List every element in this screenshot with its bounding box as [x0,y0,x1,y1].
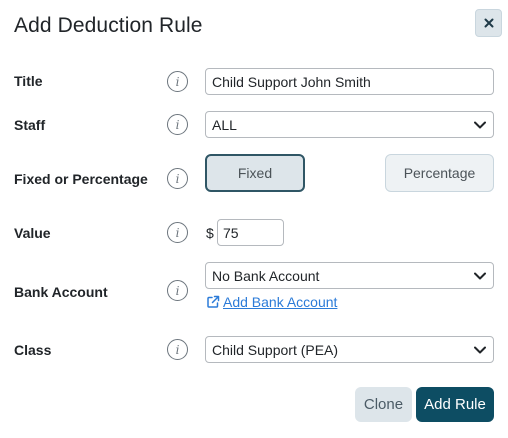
staff-select[interactable]: ALL [205,111,494,138]
chevron-down-icon [473,118,487,132]
staff-select-value: ALL [212,116,237,133]
percentage-toggle-button[interactable]: Percentage [385,154,494,192]
bank-account-label: Bank Account [14,284,108,300]
chevron-down-icon [473,343,487,357]
clone-button[interactable]: Clone [355,387,412,422]
fixed-or-percentage-label: Fixed or Percentage [14,171,148,187]
info-icon[interactable]: i [167,71,188,92]
info-icon[interactable]: i [167,280,188,301]
dialog-title: Add Deduction Rule [14,14,203,37]
chevron-down-icon [473,269,487,283]
close-button[interactable] [475,9,502,37]
title-label: Title [14,73,43,89]
external-link-icon [207,295,220,308]
info-icon[interactable]: i [167,114,188,135]
bank-account-select-value: No Bank Account [212,267,320,284]
info-icon[interactable]: i [167,168,188,189]
value-label: Value [14,225,51,241]
fixed-toggle-button[interactable]: Fixed [205,154,305,192]
info-icon[interactable]: i [167,339,188,360]
info-icon[interactable]: i [167,222,188,243]
staff-label: Staff [14,117,46,133]
add-bank-account-link[interactable]: Add Bank Account [206,294,337,310]
class-label: Class [14,342,52,358]
value-input[interactable] [217,219,284,246]
add-bank-account-label: Add Bank Account [223,294,338,310]
currency-symbol: $ [206,225,214,241]
title-input[interactable] [205,68,494,95]
bank-account-select[interactable]: No Bank Account [205,262,494,289]
class-select[interactable]: Child Support (PEA) [205,336,494,363]
class-select-value: Child Support (PEA) [212,341,339,358]
close-icon [484,18,493,28]
add-rule-button[interactable]: Add Rule [416,387,494,422]
